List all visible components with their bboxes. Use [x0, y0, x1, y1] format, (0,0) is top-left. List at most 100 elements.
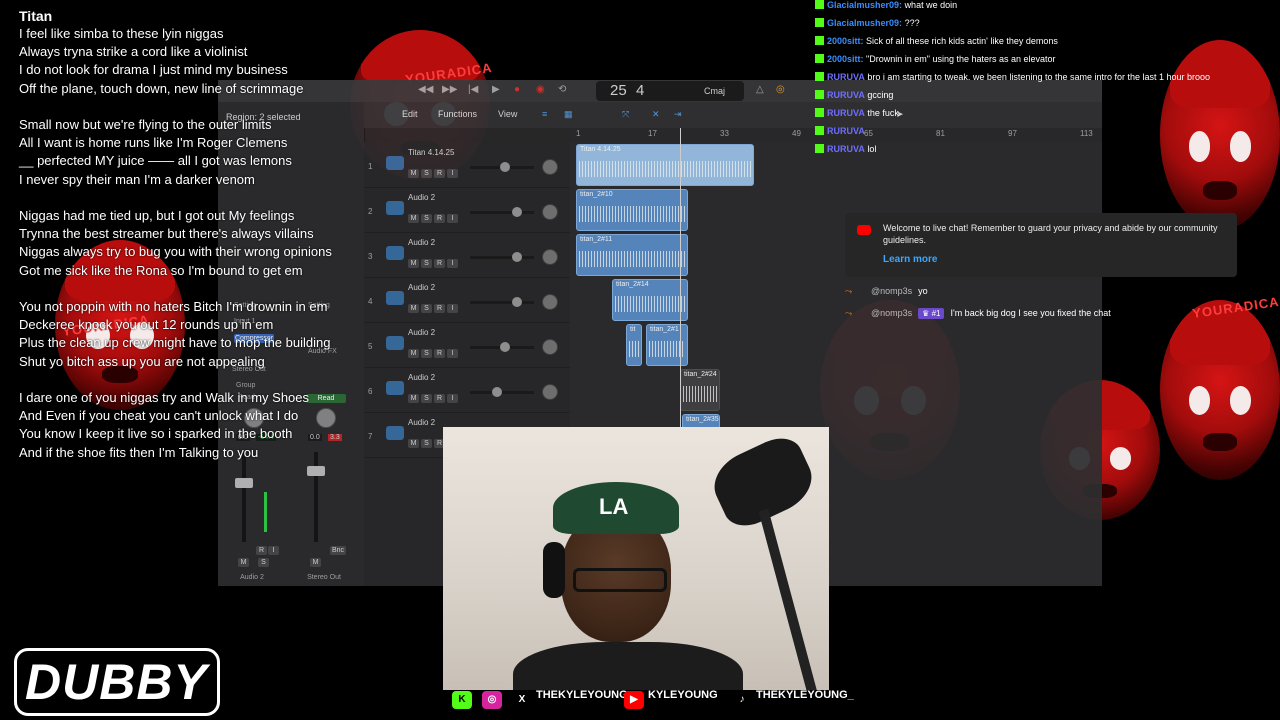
input-monitor-button[interactable]: I: [447, 349, 458, 358]
group-slot[interactable]: Group: [236, 382, 255, 389]
mute-button[interactable]: M: [310, 558, 321, 567]
go-to-start-icon[interactable]: |◀: [468, 84, 480, 96]
volume-slider[interactable]: [470, 387, 534, 397]
mute-button[interactable]: M: [408, 304, 419, 313]
input-monitor-button[interactable]: I: [447, 259, 458, 268]
chat-username[interactable]: RURUVA: [827, 126, 865, 136]
mute-button[interactable]: M: [408, 259, 419, 268]
record-enable-button[interactable]: R: [434, 304, 445, 313]
chat-username[interactable]: @nomp3s: [871, 286, 912, 296]
volume-slider[interactable]: [470, 252, 534, 262]
list-view-icon[interactable]: ≡: [542, 109, 547, 119]
mute-button[interactable]: M: [408, 439, 419, 448]
track-header[interactable]: 3 Audio 2 MSRI: [364, 232, 570, 278]
social-link[interactable]: ▶ KYLEYOUNG: [624, 684, 718, 709]
social-link[interactable]: ♪ THEKYLEYOUNG_: [732, 684, 854, 709]
social-link[interactable]: K: [452, 684, 476, 709]
pan-knob[interactable]: [542, 204, 558, 220]
snap-icon[interactable]: ⤧: [622, 109, 629, 120]
lcd-key[interactable]: Cmaj: [704, 86, 725, 96]
record-enable-button[interactable]: R: [434, 349, 445, 358]
play-icon[interactable]: ▶: [492, 84, 504, 96]
catch-icon[interactable]: ⇥: [674, 109, 682, 120]
track-header[interactable]: 2 Audio 2 MSRI: [364, 187, 570, 233]
pan-knob[interactable]: [316, 408, 336, 428]
track-header[interactable]: 4 Audio 2 MSRI: [364, 277, 570, 323]
solo-button[interactable]: S: [421, 349, 432, 358]
audio-region[interactable]: titan_2#11: [576, 234, 688, 276]
track-header[interactable]: 1 Titan 4.14.25 M S R I: [364, 142, 570, 188]
audio-region[interactable]: titan_2#14: [612, 279, 688, 321]
audio-region[interactable]: Titan 4.14.25: [576, 144, 754, 186]
social-link[interactable]: X THEKYLEYOUNG: [512, 684, 628, 709]
track-name[interactable]: Audio 2: [408, 238, 435, 247]
input-monitor-button[interactable]: I: [268, 546, 279, 555]
solo-button[interactable]: S: [421, 304, 432, 313]
audio-region[interactable]: titan_2#24: [680, 369, 720, 411]
rewind-icon[interactable]: ◀◀: [418, 84, 433, 96]
chat-username[interactable]: RURUVA: [827, 144, 865, 154]
view-menu[interactable]: View: [498, 109, 517, 119]
track-name[interactable]: Audio 2: [408, 328, 435, 337]
chat-username[interactable]: 2000sitt:: [827, 36, 864, 46]
audio-region[interactable]: titan_2#1: [646, 324, 688, 366]
cycle-icon[interactable]: ⟲: [558, 84, 570, 96]
mute-button[interactable]: M: [408, 214, 419, 223]
grid-view-icon[interactable]: ▦: [564, 109, 573, 120]
automation-read[interactable]: Read: [306, 394, 346, 403]
solo-button[interactable]: S: [421, 394, 432, 403]
volume-slider[interactable]: [470, 342, 534, 352]
functions-menu[interactable]: Functions: [438, 109, 477, 119]
learn-more-link[interactable]: Learn more: [883, 254, 937, 265]
track-name[interactable]: Audio 2: [408, 373, 435, 382]
chat-username[interactable]: Glacialmusher09:: [827, 0, 902, 10]
chat-username[interactable]: RURUVA: [827, 72, 865, 82]
solo-button[interactable]: S: [421, 259, 432, 268]
track-name[interactable]: Titan 4.14.25: [408, 148, 454, 157]
record-enable-button[interactable]: R: [434, 394, 445, 403]
capture-record-icon[interactable]: ◉: [536, 84, 548, 96]
edit-menu[interactable]: Edit: [402, 109, 418, 119]
audio-region[interactable]: titan_2#10: [576, 189, 688, 231]
input-monitor-button[interactable]: I: [447, 304, 458, 313]
chat-username[interactable]: RURUVA: [827, 90, 865, 100]
pan-knob[interactable]: [542, 384, 558, 400]
pan-knob[interactable]: [542, 159, 558, 175]
flex-icon[interactable]: ✕: [652, 109, 660, 120]
solo-button[interactable]: S: [421, 214, 432, 223]
input-monitor-button[interactable]: I: [447, 214, 458, 223]
track-name[interactable]: Audio 2: [408, 418, 435, 427]
record-enable-button[interactable]: R: [434, 214, 445, 223]
volume-slider[interactable]: [470, 297, 534, 307]
record-enable-button[interactable]: R: [434, 259, 445, 268]
record-enable-button[interactable]: R: [434, 169, 445, 178]
track-header[interactable]: 6 Audio 2 MSRI: [364, 367, 570, 413]
mute-button[interactable]: M: [408, 349, 419, 358]
bounce-button[interactable]: Bnc: [330, 546, 346, 555]
pan-knob[interactable]: [542, 339, 558, 355]
mute-button[interactable]: M: [408, 169, 419, 178]
volume-slider[interactable]: [470, 207, 534, 217]
chat-username[interactable]: Glacialmusher09:: [827, 18, 902, 28]
track-name[interactable]: Audio 2: [408, 283, 435, 292]
solo-button[interactable]: S: [421, 439, 432, 448]
mute-button[interactable]: M: [408, 394, 419, 403]
chat-username[interactable]: RURUVA: [827, 108, 865, 118]
tuner-icon[interactable]: ◎: [776, 84, 788, 96]
solo-button[interactable]: S: [258, 558, 269, 567]
metronome-icon[interactable]: △: [756, 84, 768, 96]
record-icon[interactable]: ●: [514, 84, 526, 96]
audio-region[interactable]: tit: [626, 324, 642, 366]
record-enable-button[interactable]: R: [256, 546, 267, 555]
input-monitor-button[interactable]: I: [447, 394, 458, 403]
mute-button[interactable]: M: [238, 558, 249, 567]
volume-fader[interactable]: [307, 466, 325, 476]
volume-fader[interactable]: [235, 478, 253, 488]
track-name[interactable]: Audio 2: [408, 193, 435, 202]
solo-button[interactable]: S: [421, 169, 432, 178]
volume-fader-track[interactable]: [242, 452, 246, 542]
chat-username[interactable]: 2000sitt:: [827, 54, 864, 64]
input-monitor-button[interactable]: I: [447, 169, 458, 178]
pan-knob[interactable]: [542, 249, 558, 265]
social-link[interactable]: ◎: [482, 684, 506, 709]
